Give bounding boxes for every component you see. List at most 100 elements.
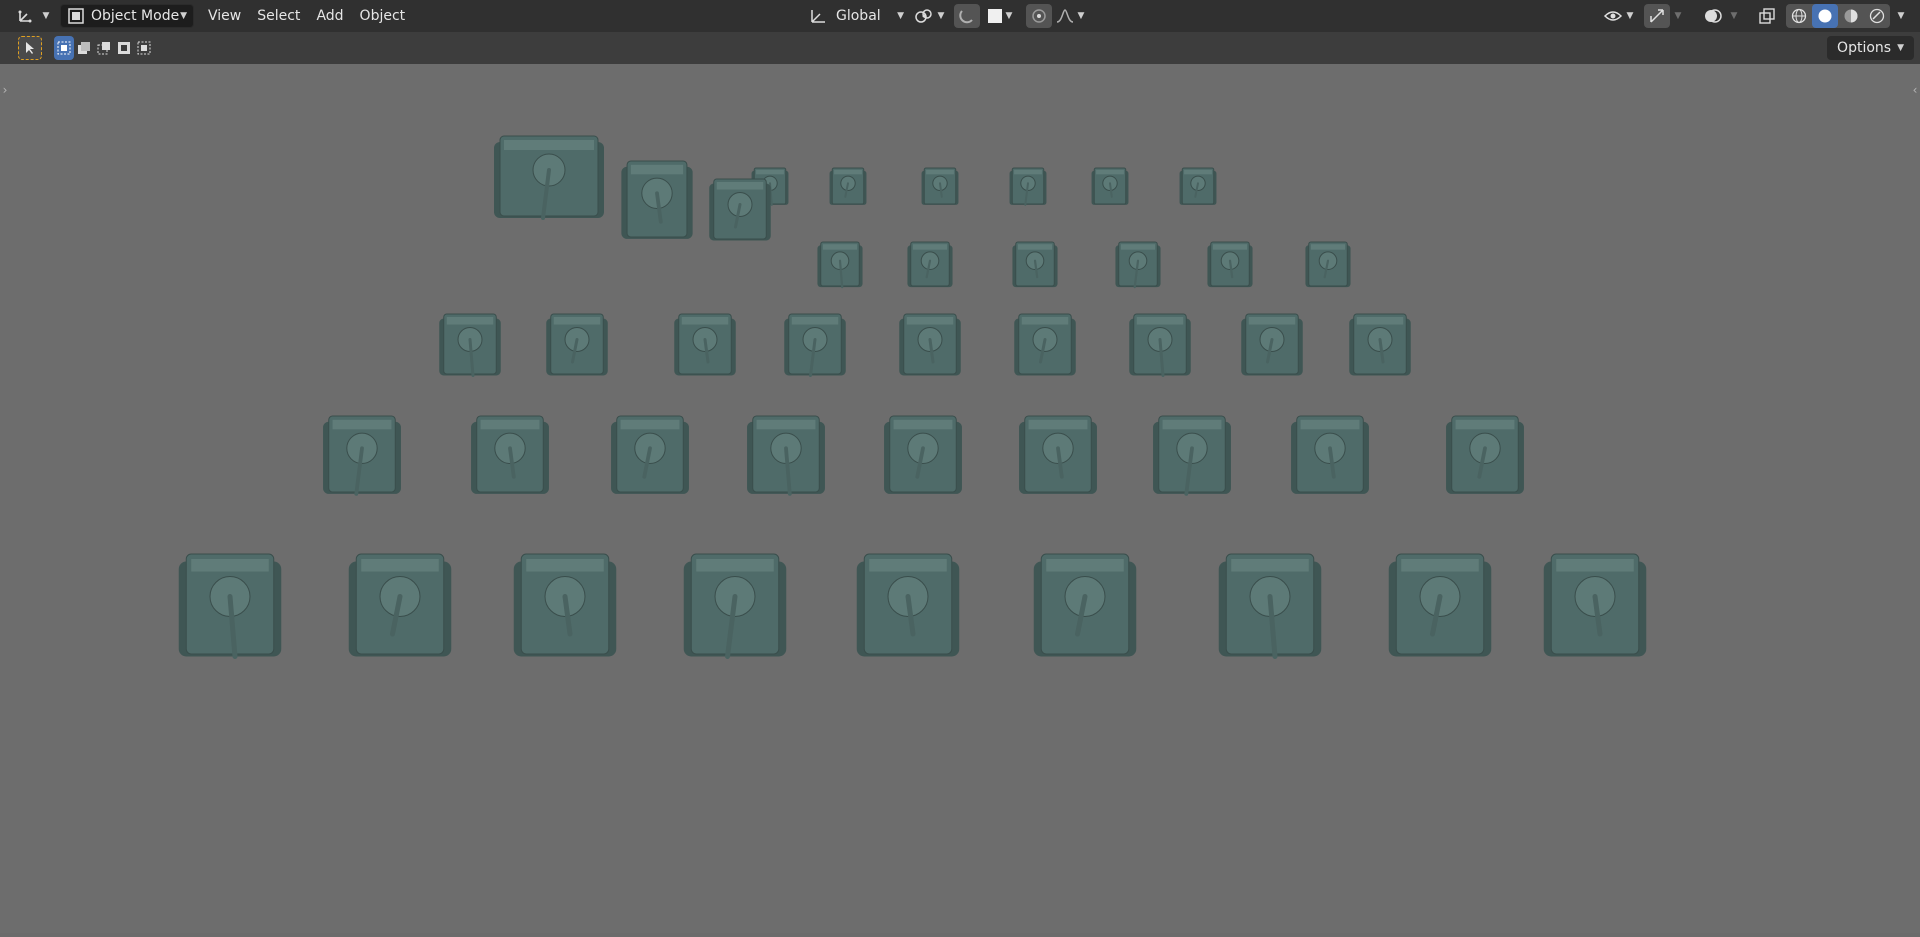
wireframe-sphere-icon (1791, 8, 1807, 24)
orientation-label: Global (836, 8, 881, 24)
options-dropdown[interactable]: Options ▼ (1827, 36, 1914, 60)
snap-toggle[interactable] (954, 4, 980, 28)
chevron-down-icon: ▼ (1674, 11, 1682, 21)
select-subtract-button[interactable] (94, 36, 114, 60)
shading-solid-button[interactable] (1812, 4, 1838, 28)
shading-mode-group (1786, 4, 1890, 28)
tank-model[interactable] (1014, 313, 1076, 376)
tank-model[interactable] (1019, 415, 1097, 494)
tank-model[interactable] (546, 313, 608, 376)
overlays-dropdown[interactable]: ▼ (1726, 4, 1742, 28)
chevron-down-icon: ▼ (937, 11, 945, 21)
tank-model[interactable] (439, 313, 501, 377)
shading-material-button[interactable] (1838, 4, 1864, 28)
shading-rendered-button[interactable] (1864, 4, 1890, 28)
tank-model[interactable] (1009, 167, 1047, 206)
select-new-button[interactable] (54, 36, 74, 60)
select-intersect-button[interactable] (134, 36, 154, 60)
select-invert-button[interactable] (114, 36, 134, 60)
tank-model[interactable] (1179, 167, 1217, 205)
tank-model[interactable] (921, 167, 959, 205)
select-subtract-icon (97, 41, 111, 55)
sidebar-expand-arrow[interactable]: ‹ (1910, 82, 1920, 98)
tank-model[interactable] (899, 313, 961, 376)
solid-sphere-icon (1817, 8, 1833, 24)
select-tool-button[interactable] (18, 36, 42, 60)
select-new-icon (57, 41, 71, 55)
tank-model[interactable] (1543, 553, 1647, 657)
header-menu: View Select Add Object (200, 4, 413, 28)
proportional-icon (1030, 8, 1048, 24)
selection-mode-group (54, 36, 154, 60)
tank-model[interactable] (1012, 241, 1058, 288)
visibility-dropdown[interactable]: ▼ (1600, 4, 1636, 28)
shading-dropdown[interactable]: ▼ (1892, 4, 1910, 28)
tank-model[interactable] (1153, 415, 1231, 496)
tank-model[interactable] (611, 415, 689, 494)
tank-model[interactable] (1033, 553, 1137, 657)
pivot-point-button[interactable]: ▼ (912, 4, 946, 28)
axes-icon (18, 10, 32, 23)
tank-model[interactable] (1305, 241, 1351, 288)
tank-model[interactable] (1446, 415, 1524, 494)
tank-model[interactable] (471, 415, 549, 494)
falloff-dropdown[interactable]: ▼ (1052, 4, 1088, 28)
tool-settings-bar (0, 32, 1920, 65)
chevron-down-icon: ▼ (42, 11, 50, 21)
object-mode-icon (67, 8, 85, 24)
tank-model[interactable] (856, 553, 960, 657)
tank-model[interactable] (1241, 313, 1303, 376)
toolbar-expand-arrow[interactable]: › (0, 82, 10, 98)
mode-dropdown[interactable]: Object Mode ▼ (60, 4, 194, 28)
chevron-down-icon: ▼ (1077, 11, 1085, 21)
overlays-icon (1703, 8, 1723, 24)
proportional-editing-toggle[interactable] (1026, 4, 1052, 28)
tank-model[interactable] (1091, 167, 1129, 205)
viewport-header: ▼ Object Mode ▼ View Select Add Object G… (0, 0, 1920, 32)
tank-model[interactable] (1207, 241, 1253, 288)
tank-model[interactable] (1115, 241, 1161, 289)
tank-model[interactable] (747, 415, 825, 496)
gizmo-icon (1648, 8, 1666, 24)
editor-type-button[interactable]: ▼ (16, 4, 50, 28)
transform-orientation-dropdown[interactable]: Global ▼ (804, 4, 904, 28)
tank-model[interactable] (907, 241, 953, 288)
select-extend-button[interactable] (74, 36, 94, 60)
options-label: Options (1837, 40, 1892, 56)
gizmo-toggle[interactable] (1644, 4, 1670, 28)
tank-model[interactable] (709, 178, 771, 241)
3d-viewport[interactable] (0, 64, 1920, 933)
xray-icon (1758, 8, 1776, 24)
chevron-down-icon: ▼ (1897, 43, 1904, 53)
tank-model[interactable] (494, 135, 604, 220)
tank-model[interactable] (784, 313, 846, 377)
snap-target-icon (987, 9, 1002, 23)
tank-model[interactable] (884, 415, 962, 494)
menu-view[interactable]: View (200, 4, 249, 28)
falloff-curve-icon (1056, 8, 1074, 24)
tank-model[interactable] (817, 241, 863, 289)
tank-model[interactable] (1291, 415, 1369, 494)
overlays-toggle[interactable] (1700, 4, 1726, 28)
gizmo-dropdown[interactable]: ▼ (1670, 4, 1686, 28)
shading-wireframe-button[interactable] (1786, 4, 1812, 28)
tank-model[interactable] (829, 167, 867, 205)
tank-model[interactable] (1218, 553, 1322, 659)
tank-model[interactable] (1129, 313, 1191, 377)
tank-model[interactable] (323, 415, 401, 496)
tank-model[interactable] (683, 553, 787, 659)
xray-toggle[interactable] (1754, 4, 1780, 28)
tank-model[interactable] (674, 313, 736, 376)
tank-model[interactable] (1349, 313, 1411, 376)
menu-add[interactable]: Add (308, 4, 351, 28)
chevron-down-icon: ▼ (1730, 11, 1738, 21)
tank-model[interactable] (1388, 553, 1492, 657)
menu-object[interactable]: Object (352, 4, 414, 28)
menu-select[interactable]: Select (249, 4, 308, 28)
mode-label: Object Mode (91, 8, 180, 24)
tank-model[interactable] (178, 553, 282, 659)
tank-model[interactable] (513, 553, 617, 657)
snap-target-dropdown[interactable]: ▼ (982, 4, 1018, 28)
tank-model[interactable] (348, 553, 452, 657)
tank-model[interactable] (621, 160, 693, 239)
